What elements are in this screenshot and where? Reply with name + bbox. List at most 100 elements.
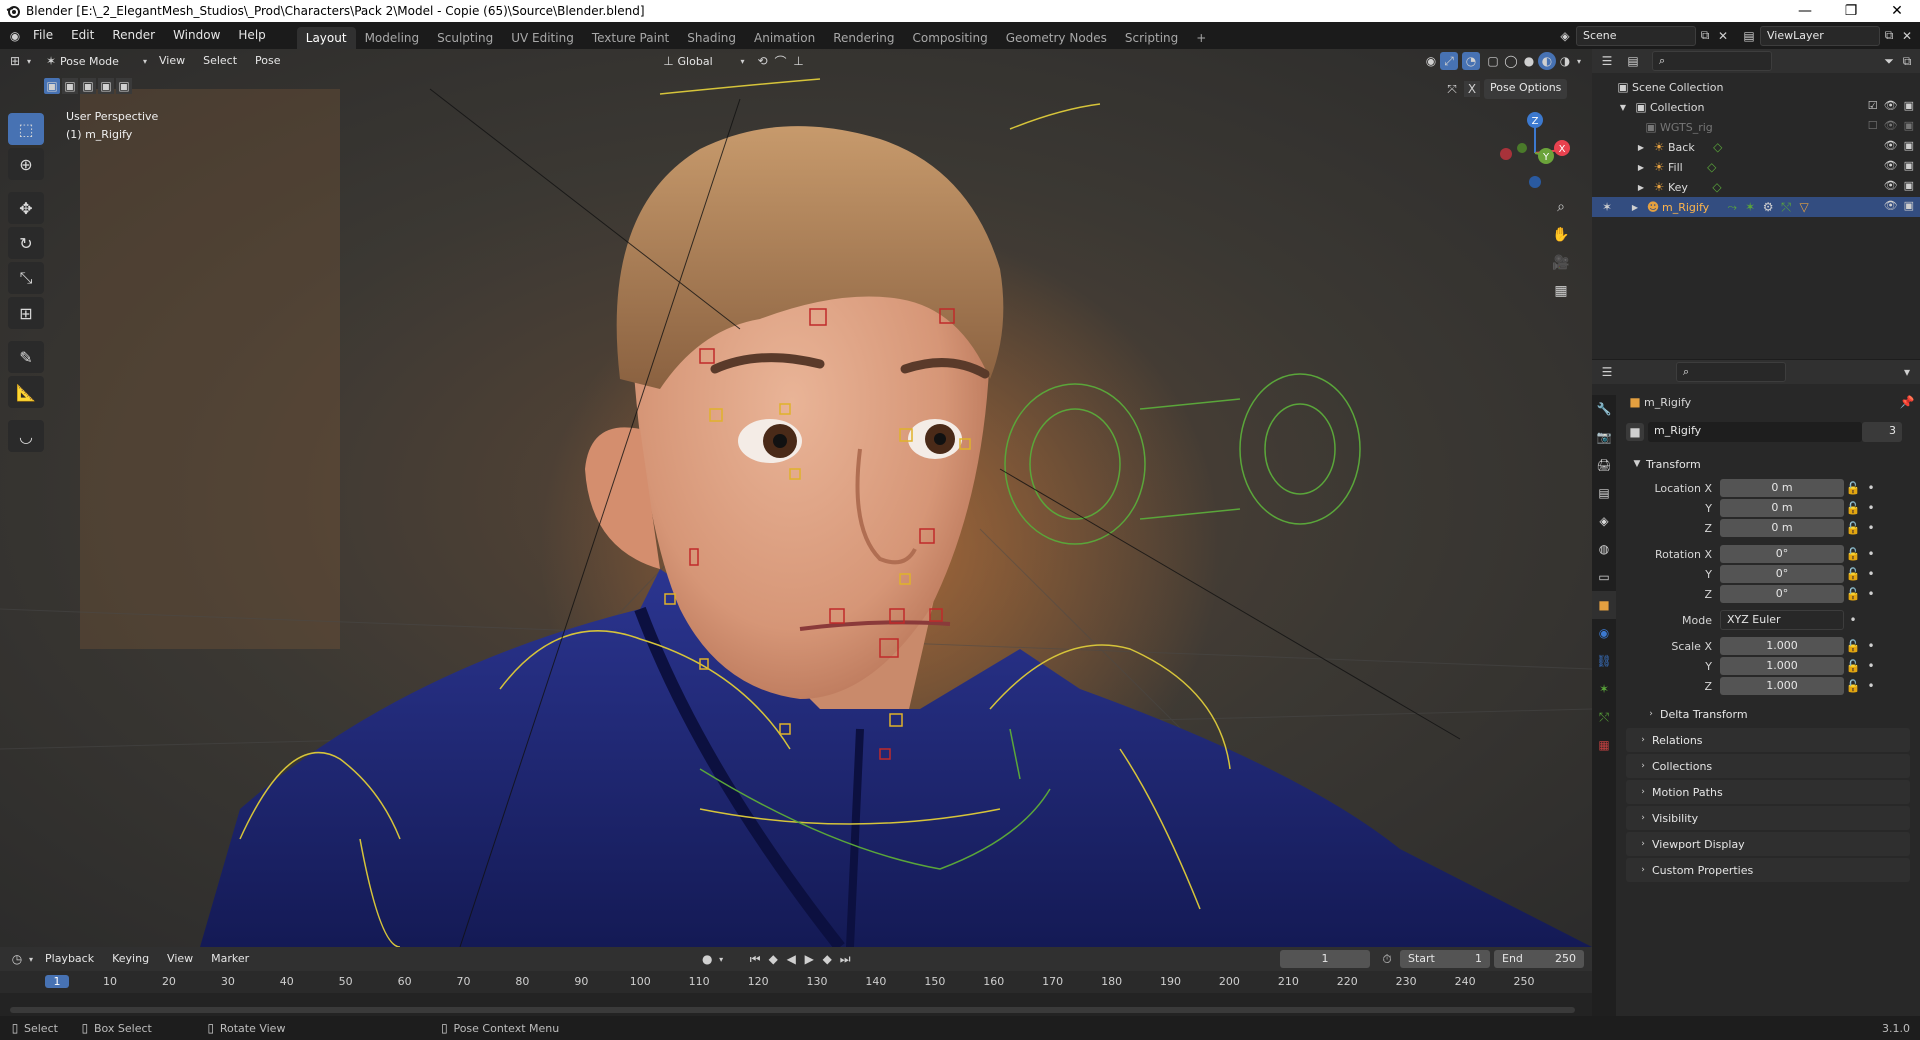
- wireframe-shading-icon[interactable]: ◯: [1502, 52, 1520, 70]
- pan-hand-icon[interactable]: ✋: [1552, 226, 1570, 244]
- ortho-toggle-icon[interactable]: ▦: [1552, 282, 1570, 300]
- end-frame-field[interactable]: End 250: [1494, 950, 1584, 968]
- frame-ruler[interactable]: 1 10 20 30 40 50 60 70 80 90 100 110 120 130 140 150 160…: [0, 971, 1592, 993]
- select-extend-icon[interactable]: ▣: [62, 78, 78, 94]
- tool-tab-icon[interactable]: 🔧: [1592, 395, 1616, 423]
- gizmo-toggle-icon[interactable]: ⤢: [1440, 52, 1458, 70]
- eye-icon[interactable]: 👁: [1884, 199, 1898, 212]
- menu-select[interactable]: Select: [194, 49, 246, 73]
- select-invert-icon[interactable]: ▣: [98, 78, 114, 94]
- expand-right-icon[interactable]: ▶: [1632, 158, 1650, 176]
- rotation-x-field[interactable]: 0°: [1720, 545, 1844, 563]
- location-z-field[interactable]: 0 m: [1720, 519, 1844, 537]
- delete-scene-icon[interactable]: ✕: [1714, 27, 1732, 45]
- armature-data-tab-icon[interactable]: ✶: [1592, 675, 1616, 703]
- timeline-scrollbar[interactable]: [10, 1007, 1575, 1013]
- outliner-item-back[interactable]: ▶ ☀ Back ◇ 👁 ▣: [1592, 137, 1920, 157]
- keyframe-dot-icon[interactable]: •: [1862, 657, 1880, 675]
- tab-layout[interactable]: Layout: [296, 27, 356, 49]
- new-collection-icon[interactable]: ⧉: [1898, 52, 1916, 70]
- scale-x-field[interactable]: 1.000: [1720, 637, 1844, 655]
- collections-section[interactable]: › Collections: [1626, 754, 1910, 778]
- output-tab-icon[interactable]: 🖨: [1592, 451, 1616, 479]
- keyframe-dot-icon[interactable]: •: [1844, 611, 1862, 629]
- tab-rendering[interactable]: Rendering: [824, 27, 903, 49]
- transform-section-header[interactable]: ▼ Transform: [1626, 452, 1910, 476]
- keyframe-dot-icon[interactable]: •: [1862, 637, 1880, 655]
- expand-right-icon[interactable]: ▶: [1632, 178, 1650, 196]
- jump-start-icon[interactable]: ⏮: [746, 950, 764, 968]
- rendered-shading-icon[interactable]: ◑: [1556, 52, 1574, 70]
- tab-texture-paint[interactable]: Texture Paint: [583, 27, 678, 49]
- object-name-field[interactable]: m_Rigify: [1648, 422, 1862, 442]
- lock-icon[interactable]: 🔓: [1844, 565, 1862, 583]
- camera-icon[interactable]: ▣: [1904, 139, 1914, 152]
- bone-relax-tool[interactable]: ◡: [8, 420, 44, 452]
- outliner-search[interactable]: ⌕: [1652, 51, 1772, 71]
- object-tab-icon[interactable]: ■: [1592, 591, 1616, 619]
- next-keyframe-icon[interactable]: ◆: [818, 950, 836, 968]
- current-frame-field[interactable]: 1: [1280, 950, 1370, 968]
- transform-tool[interactable]: ⊞: [8, 297, 44, 329]
- select-subtract-icon[interactable]: ▣: [80, 78, 96, 94]
- menu-pose[interactable]: Pose: [246, 49, 289, 73]
- rotation-mode-select[interactable]: XYZ Euler: [1720, 610, 1844, 630]
- camera-icon[interactable]: ▣: [1904, 199, 1914, 212]
- rotation-y-field[interactable]: 0°: [1720, 565, 1844, 583]
- minimize-button[interactable]: —: [1782, 3, 1828, 19]
- outliner-editor-icon[interactable]: ☰: [1598, 52, 1616, 70]
- keyframe-dot-icon[interactable]: •: [1862, 545, 1880, 563]
- play-reverse-icon[interactable]: ◀: [782, 950, 800, 968]
- tab-animation[interactable]: Animation: [745, 27, 824, 49]
- user-count-field[interactable]: 3: [1862, 422, 1902, 442]
- close-button[interactable]: ✕: [1874, 3, 1920, 19]
- tab-sculpting[interactable]: Sculpting: [428, 27, 502, 49]
- zoom-icon[interactable]: ⌕: [1552, 198, 1570, 216]
- tab-compositing[interactable]: Compositing: [903, 27, 996, 49]
- tab-shading[interactable]: Shading: [678, 27, 745, 49]
- delete-view-layer-icon[interactable]: ✕: [1898, 27, 1916, 45]
- lock-icon[interactable]: 🔓: [1844, 637, 1862, 655]
- blender-menu-icon[interactable]: ◉: [6, 27, 24, 45]
- collection-tab-icon[interactable]: ▭: [1592, 563, 1616, 591]
- 3d-viewport[interactable]: [0, 49, 1592, 947]
- menu-help[interactable]: Help: [229, 22, 274, 49]
- eye-icon[interactable]: 👁: [1884, 119, 1898, 132]
- new-view-layer-icon[interactable]: ⧉: [1880, 27, 1898, 45]
- camera-view-icon[interactable]: 🎥: [1552, 254, 1570, 272]
- scale-z-field[interactable]: 1.000: [1720, 677, 1844, 695]
- snap-icon[interactable]: ⌒: [772, 52, 790, 70]
- overlay-toggle-icon[interactable]: ◔: [1462, 52, 1480, 70]
- rotate-tool[interactable]: ↻: [8, 227, 44, 259]
- camera-icon[interactable]: ▣: [1904, 119, 1914, 132]
- tab-scripting[interactable]: Scripting: [1116, 27, 1187, 49]
- transform-affect-icon[interactable]: ⤧: [1444, 81, 1460, 97]
- keyframe-dot-icon[interactable]: •: [1862, 519, 1880, 537]
- expand-down-icon[interactable]: ▼: [1614, 98, 1632, 116]
- custom-properties-section[interactable]: › Custom Properties: [1626, 858, 1910, 882]
- start-frame-field[interactable]: Start 1: [1400, 950, 1490, 968]
- select-box-tool[interactable]: ⬚: [8, 113, 44, 145]
- view-layer-selector[interactable]: ViewLayer: [1760, 25, 1880, 46]
- filter-icon[interactable]: ⏷: [1880, 52, 1898, 70]
- motion-paths-section[interactable]: › Motion Paths: [1626, 780, 1910, 804]
- outliner-item-key[interactable]: ▶ ☀ Key ◇ 👁 ▣: [1592, 177, 1920, 197]
- jump-end-icon[interactable]: ⏭: [836, 950, 854, 968]
- lock-icon[interactable]: 🔓: [1844, 585, 1862, 603]
- bone-tab-icon[interactable]: ⤲: [1592, 703, 1616, 731]
- keyframe-dot-icon[interactable]: •: [1862, 677, 1880, 695]
- play-icon[interactable]: ▶: [800, 950, 818, 968]
- rotation-z-field[interactable]: 0°: [1720, 585, 1844, 603]
- select-intersect-icon[interactable]: ▣: [116, 78, 132, 94]
- move-tool[interactable]: ✥: [8, 192, 44, 224]
- keyframe-dot-icon[interactable]: •: [1862, 499, 1880, 517]
- menu-file[interactable]: File: [24, 22, 62, 49]
- menu-playback[interactable]: Playback: [36, 947, 103, 971]
- scene-tab-icon[interactable]: ◈: [1592, 507, 1616, 535]
- checkbox-icon[interactable]: ☑: [1868, 99, 1878, 112]
- add-workspace-button[interactable]: +: [1187, 27, 1215, 49]
- scene-collection-row[interactable]: ▣ Scene Collection: [1592, 77, 1920, 97]
- menu-view[interactable]: View: [150, 49, 194, 73]
- menu-timeline-view[interactable]: View: [158, 947, 202, 971]
- select-new-icon[interactable]: ▣: [44, 78, 60, 94]
